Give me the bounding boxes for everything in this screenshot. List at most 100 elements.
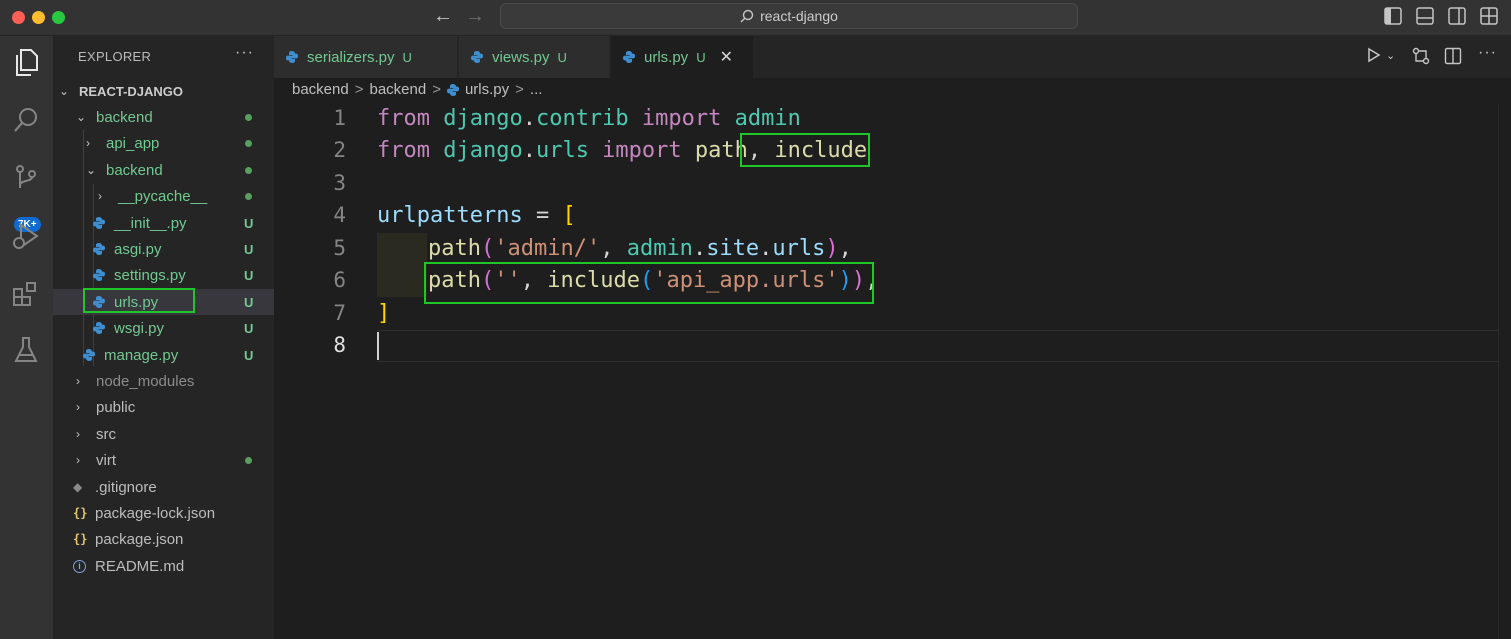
chevron-right-icon: › xyxy=(76,453,80,467)
chevron-right-icon: › xyxy=(76,427,80,441)
breadcrumb-separator: > xyxy=(432,81,441,98)
tree-item-label: virt xyxy=(96,451,116,469)
toggle-primary-sidebar-icon[interactable] xyxy=(1384,7,1404,25)
maximize-window-button[interactable] xyxy=(52,11,65,24)
tree-item-readme[interactable]: i README.md xyxy=(53,553,274,579)
untracked-status: U xyxy=(402,49,412,65)
explorer-sidebar: EXPLORER ··· ⌄ REACT-DJANGO ⌄ backend › … xyxy=(53,36,274,639)
untracked-status: U xyxy=(557,49,567,65)
breadcrumb-separator: > xyxy=(515,81,524,98)
tree-item-public[interactable]: › public xyxy=(53,394,274,420)
tab-label: views.py xyxy=(492,48,550,66)
tree-item-backend-inner[interactable]: ⌄ backend xyxy=(53,157,274,183)
urls-highlight-box xyxy=(83,288,195,313)
modified-dot xyxy=(245,167,252,174)
include-path-highlight-box xyxy=(424,262,874,304)
line-number: 5 xyxy=(333,236,346,260)
more-actions-icon[interactable]: ··· xyxy=(1478,44,1497,62)
tab-views-py[interactable]: views.py U xyxy=(459,36,610,78)
tree-item-label: backend xyxy=(106,161,163,179)
git-file-icon: ◆ xyxy=(73,480,83,494)
tree-item-label: README.md xyxy=(95,557,185,575)
line-number: 1 xyxy=(333,106,346,130)
tree-item-node-modules[interactable]: › node_modules xyxy=(53,368,274,394)
breadcrumb-item[interactable]: ... xyxy=(530,81,543,98)
tree-item-pycache[interactable]: › __pycache__ xyxy=(53,183,274,209)
tab-urls-py[interactable]: urls.py U ✕ xyxy=(611,36,754,78)
breadcrumb-item[interactable]: backend xyxy=(369,81,426,98)
tree-item-virt[interactable]: › virt xyxy=(53,447,274,473)
extensions-icon[interactable] xyxy=(8,276,44,312)
tree-root[interactable]: ⌄ REACT-DJANGO xyxy=(53,78,274,104)
tab-serializers-py[interactable]: serializers.py U xyxy=(274,36,458,78)
tree-item-src[interactable]: › src xyxy=(53,421,274,447)
tree-item-settings-py[interactable]: settings.py U xyxy=(53,262,274,288)
line-number: 2 xyxy=(333,138,346,162)
current-line-highlight xyxy=(377,330,1511,362)
tree-item-gitignore[interactable]: ◆ .gitignore xyxy=(53,474,274,500)
tree-item-init-py[interactable]: __init__.py U xyxy=(53,210,274,236)
tree-item-label: asgi.py xyxy=(114,240,162,258)
python-file-icon xyxy=(93,217,105,229)
command-center-label: react-django xyxy=(760,8,838,24)
customize-layout-icon[interactable] xyxy=(1480,7,1500,25)
tree-item-api-app[interactable]: › api_app xyxy=(53,130,274,156)
tree-item-wsgi-py[interactable]: wsgi.py U xyxy=(53,315,274,341)
tree-item-label: .gitignore xyxy=(95,478,157,496)
breadcrumb-item[interactable]: urls.py xyxy=(465,81,509,98)
explorer-more-actions[interactable]: ··· xyxy=(235,44,254,62)
indent-guide-highlight xyxy=(377,233,427,265)
source-control-icon[interactable] xyxy=(8,160,44,196)
tree-item-package-json[interactable]: {} package.json xyxy=(53,526,274,552)
untracked-status: U xyxy=(244,267,254,283)
breadcrumb: backend > backend > urls.py > ... xyxy=(292,81,542,98)
text-cursor xyxy=(377,332,379,360)
toggle-secondary-sidebar-icon[interactable] xyxy=(1448,7,1468,25)
tab-label: urls.py xyxy=(644,48,689,66)
tree-item-manage-py[interactable]: manage.py U xyxy=(53,342,274,368)
back-arrow-icon[interactable]: ← xyxy=(433,5,453,28)
tree-item-label: manage.py xyxy=(104,346,179,364)
close-window-button[interactable] xyxy=(12,11,25,24)
explorer-title: EXPLORER xyxy=(78,49,152,64)
line-number: 4 xyxy=(333,203,346,227)
tree-item-backend[interactable]: ⌄ backend xyxy=(53,104,274,130)
tree-item-label: package.json xyxy=(95,530,184,548)
testing-flask-icon[interactable] xyxy=(8,332,44,368)
forward-arrow-icon[interactable]: → xyxy=(465,5,485,28)
tree-item-label: wsgi.py xyxy=(114,319,165,337)
python-file-icon xyxy=(93,243,105,255)
toggle-panel-icon[interactable] xyxy=(1416,7,1436,25)
modified-dot xyxy=(245,457,252,464)
minimize-window-button[interactable] xyxy=(32,11,45,24)
tree-root-label: REACT-DJANGO xyxy=(79,83,184,99)
editor-tab-bar: serializers.py U views.py U urls.py U ✕ … xyxy=(274,36,1511,78)
split-editor-icon[interactable] xyxy=(1444,47,1462,70)
untracked-status: U xyxy=(244,294,254,310)
code-line-7: ] xyxy=(377,301,391,326)
line-number: 7 xyxy=(333,301,346,325)
tree-item-label: src xyxy=(96,425,116,443)
chevron-down-icon: ⌄ xyxy=(86,163,97,177)
modified-dot xyxy=(245,193,252,200)
tree-item-package-lock-json[interactable]: {} package-lock.json xyxy=(53,500,274,526)
search-icon[interactable] xyxy=(8,102,44,138)
command-center[interactable]: react-django xyxy=(500,3,1078,29)
modified-dot xyxy=(245,114,252,121)
close-tab-icon[interactable]: ✕ xyxy=(720,47,733,67)
breadcrumb-item[interactable]: backend xyxy=(292,81,349,98)
info-file-icon: i xyxy=(73,559,86,573)
open-changes-icon[interactable] xyxy=(1412,47,1430,70)
run-dropdown-icon[interactable]: ⌄ xyxy=(1386,49,1395,62)
line-number: 8 xyxy=(333,333,346,357)
run-python-file-icon[interactable] xyxy=(1366,47,1382,68)
code-editor[interactable]: 1 2 3 4 5 6 7 8 from django.contrib impo… xyxy=(274,104,1511,639)
search-icon xyxy=(740,9,754,23)
tree-item-asgi-py[interactable]: asgi.py U xyxy=(53,236,274,262)
explorer-icon[interactable] xyxy=(8,44,44,80)
tree-item-label: public xyxy=(96,398,136,416)
python-file-icon xyxy=(623,51,635,63)
python-file-icon xyxy=(93,322,105,334)
run-debug-icon[interactable] xyxy=(8,218,44,254)
editor-scrollbar[interactable] xyxy=(1498,104,1511,639)
